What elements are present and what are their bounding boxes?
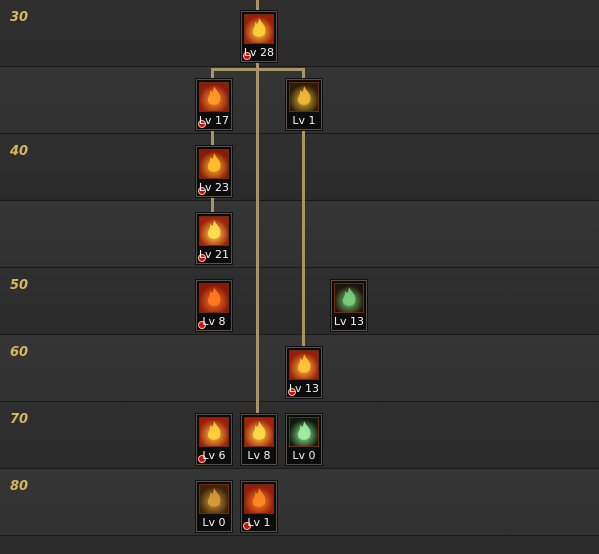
connector-line [211,194,214,214]
row-level-label: 30 [10,10,29,25]
skill-level-label: Lv 28 [243,46,275,59]
skill-slot[interactable]: Lv 1 [286,79,322,130]
row-level-label: 40 [10,144,29,159]
level-row-80: 80 [0,469,599,536]
skill-level-label: Lv 23 [198,181,230,194]
skill-slot[interactable]: Lv 8 [241,414,277,465]
skill-slot[interactable]: Lv 13 [331,280,367,331]
rising-fire-figure-icon [199,149,229,179]
skill-level-label: Lv 6 [202,449,226,462]
flame-dragon-icon [244,484,274,514]
skill-tree: 30 40 50 60 70 80 Lv 28 Lv 17 Lv 1 Lv 23… [0,0,599,554]
fire-eruption-icon [244,417,274,447]
skill-level-label: Lv 1 [292,114,316,127]
fire-burst-icon [244,14,274,44]
ground-explosion-icon [199,216,229,246]
green-summon-icon [334,283,364,313]
skill-level-label: Lv 1 [247,516,271,529]
skill-slot[interactable]: Lv 0 [196,481,232,532]
level-row-40: 40 [0,134,599,201]
row-level-label: 50 [10,278,29,293]
skill-level-label: Lv 8 [202,315,226,328]
fire-fist-burst-icon [289,350,319,380]
skill-slot[interactable]: Lv 8 [196,280,232,331]
row-level-label: 80 [10,479,29,494]
level-row-50: 50 [0,268,599,335]
golden-vortex-icon [289,82,319,112]
dark-flame-icon [199,82,229,112]
level-row-30: 30 [0,0,599,67]
connector-line [302,127,305,348]
skill-slot[interactable]: Lv 1 [241,481,277,532]
fire-impact-icon [199,417,229,447]
connector-line [211,127,214,147]
skill-level-label: Lv 13 [288,382,320,395]
skill-slot[interactable]: Lv 13 [286,347,322,398]
skill-slot[interactable]: Lv 0 [286,414,322,465]
connector-line [211,68,305,71]
row-level-label: 70 [10,412,29,427]
skill-slot[interactable]: Lv 23 [196,146,232,197]
skill-slot[interactable]: Lv 28 [241,11,277,62]
connector-line [256,60,259,414]
skill-slot[interactable]: Lv 17 [196,79,232,130]
flaming-blade-icon [199,283,229,313]
level-row [0,201,599,268]
skill-slot[interactable]: Lv 6 [196,414,232,465]
skill-level-label: Lv 0 [202,516,226,529]
skill-level-label: Lv 8 [247,449,271,462]
skill-level-label: Lv 13 [333,315,365,328]
skill-level-label: Lv 0 [292,449,316,462]
green-spirit-icon [289,417,319,447]
row-level-label: 60 [10,345,29,360]
skill-level-label: Lv 17 [198,114,230,127]
skill-slot[interactable]: Lv 21 [196,213,232,264]
skill-level-label: Lv 21 [198,248,230,261]
fire-pillars-icon [199,484,229,514]
